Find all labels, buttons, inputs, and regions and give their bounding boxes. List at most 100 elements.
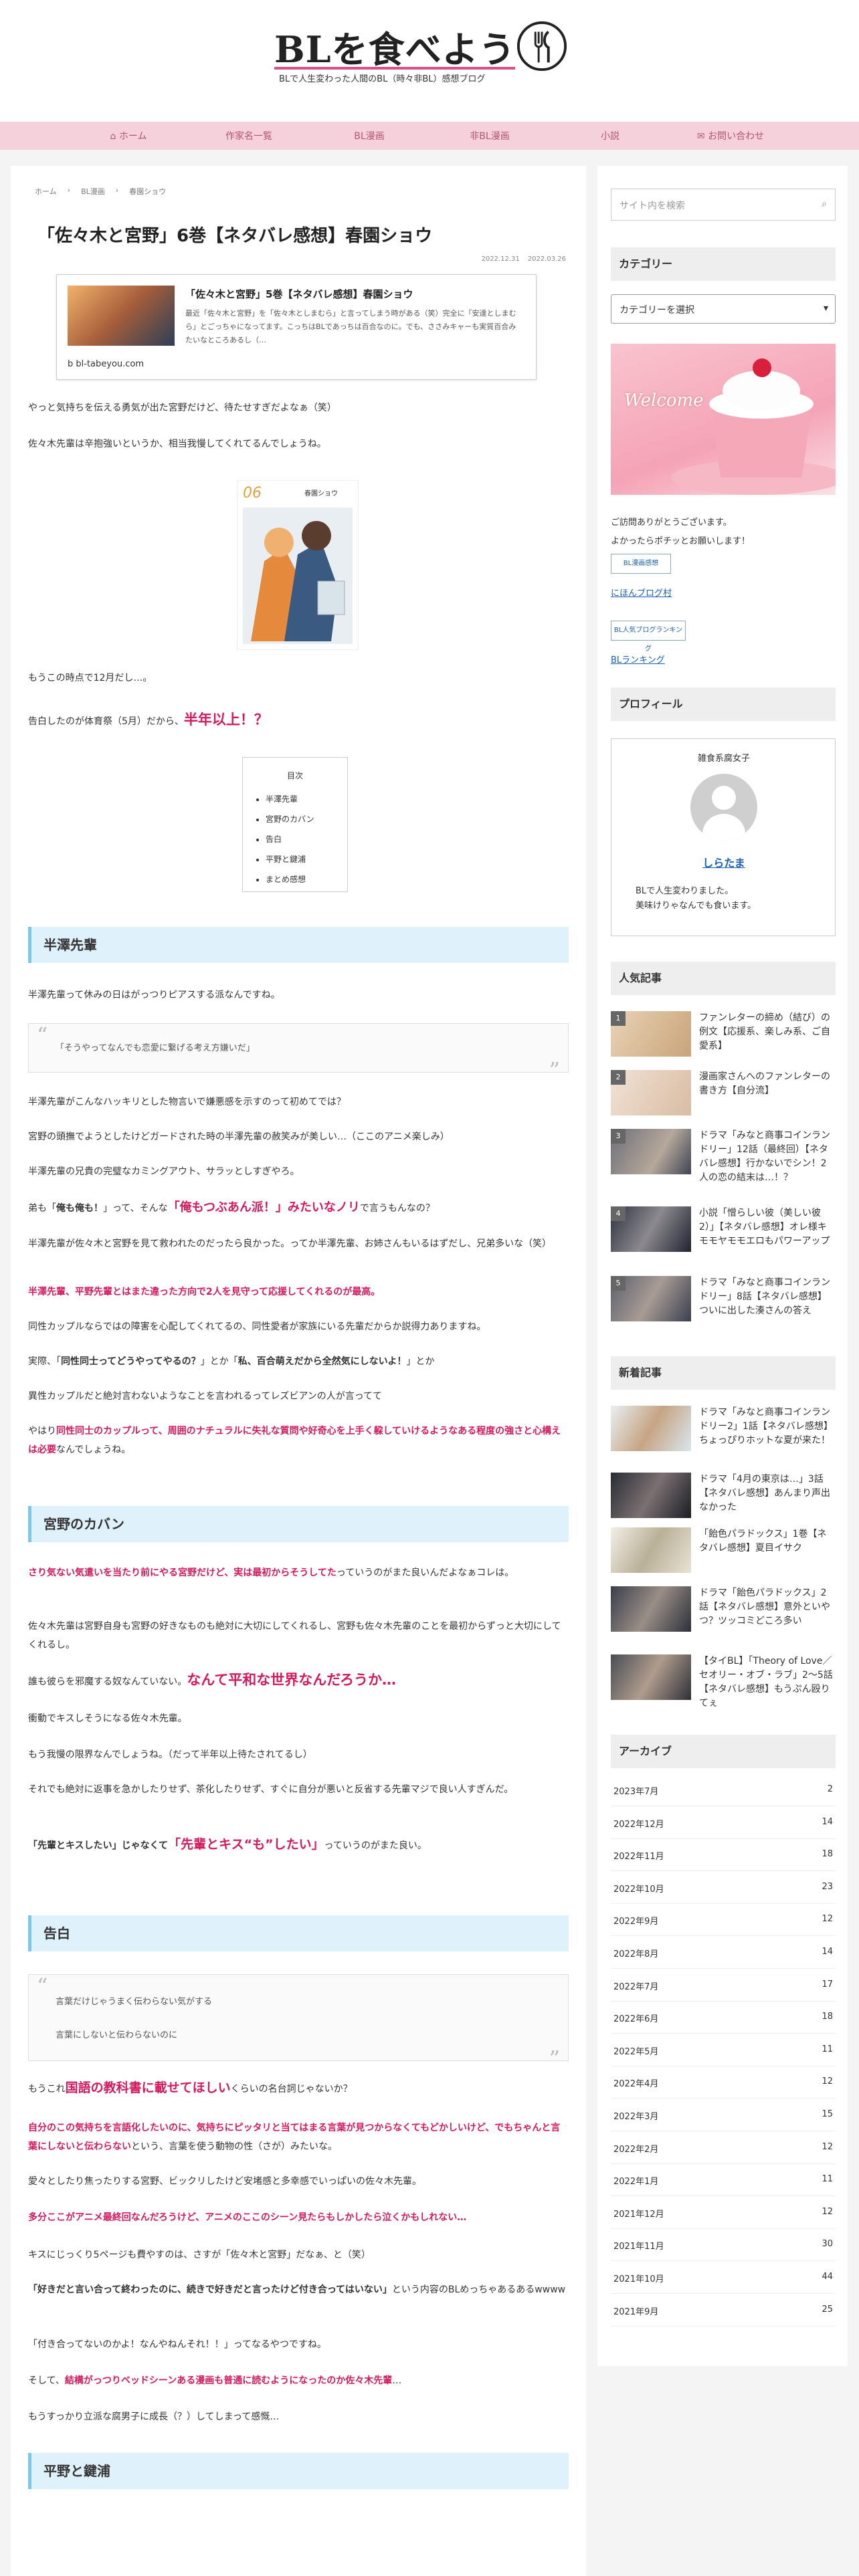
archive-item[interactable]: 2021年12月 12 (613, 2207, 833, 2220)
archive-month[interactable]: 2022年11月 (613, 1849, 664, 1862)
archive-count: 12 (822, 1914, 833, 1925)
search-input[interactable]: サイト内を検索 ⌕ (611, 189, 836, 221)
archive-item[interactable]: 2022年9月 12 (613, 1914, 833, 1927)
archive-item[interactable]: 2022年4月 12 (613, 2076, 833, 2089)
popular-post-title[interactable]: 漫画家さんへのファンレターの書き方【自分流】 (699, 1070, 836, 1098)
archive-month[interactable]: 2022年12月 (613, 1817, 664, 1830)
archive-item[interactable]: 2022年6月 18 (613, 2012, 833, 2024)
archive-item[interactable]: 2022年12月 14 (613, 1817, 833, 1830)
archive-count: 2 (827, 1784, 833, 1794)
ranking-link[interactable]: BLランキング (611, 651, 665, 670)
archive-month[interactable]: 2023年7月 (613, 1784, 658, 1797)
archive-item[interactable]: 2021年9月 25 (613, 2304, 833, 2317)
category-select[interactable]: カテゴリーを選択 ▾ (611, 294, 836, 324)
recent-post[interactable]: 「飴色パラドックス」1巻【ネタバレ感想】夏目イサク (611, 1527, 836, 1577)
published-date: 2022.12.31 (481, 255, 520, 263)
global-nav: ⌂ ホーム 作家名一覧 BL漫画 非BL漫画 小説 ✉ お問い合わせ (0, 122, 859, 150)
ranking-badge[interactable]: BL人気ブログランキング (611, 621, 686, 653)
toc-item[interactable]: 半澤先輩 (266, 789, 347, 809)
widget-heading-category: カテゴリー (611, 247, 836, 281)
site-title[interactable]: BLを食べよう (274, 20, 516, 73)
visit-text: よかったらポチッとお願いします！ (611, 536, 751, 546)
recent-post[interactable]: ドラマ「飴色パラドックス」2話【ネタバレ感想】意外といやつ？ツッコミどころ多い (611, 1586, 836, 1636)
popular-post-title[interactable]: ドラマ「みなと商事コインランドリー」12話（最終回）【ネタバレ感想】行かないでシ… (699, 1129, 836, 1185)
nav-contact[interactable]: ✉ お問い合わせ (670, 129, 791, 142)
toc-item[interactable]: 宮野のカバン (266, 809, 347, 829)
archive-item[interactable]: 2022年11月 18 (613, 1849, 833, 1862)
search-icon[interactable]: ⌕ (822, 199, 827, 209)
recent-post-title[interactable]: ドラマ「飴色パラドックス」2話【ネタバレ感想】意外といやつ？ツッコミどころ多い (699, 1586, 836, 1628)
archive-count: 14 (822, 1816, 833, 1827)
archive-month[interactable]: 2022年10月 (613, 1882, 664, 1895)
highlight-paragraph: 多分ここがアニメ最終回なんだろうけど、アニメのここのシーン見たらもしかしたら泣く… (28, 2212, 467, 2223)
blogmura-link[interactable]: にほんブログ村 (611, 584, 672, 603)
archive-month[interactable]: 2021年11月 (613, 2239, 664, 2252)
archive-month[interactable]: 2021年12月 (613, 2207, 664, 2220)
archive-item[interactable]: 2022年1月 11 (613, 2174, 833, 2187)
paragraph: 弟も「俺も俺も！」って、そんな「俺もつぶあん派！」みたいなノリで言うもんなの？ (28, 1200, 435, 1214)
nav-novel[interactable]: 小説 (550, 129, 670, 142)
recent-post-title[interactable]: ドラマ「4月の東京は…」3話【ネタバレ感想】あんまり声出なかった (699, 1473, 836, 1515)
archive-item[interactable]: 2022年5月 11 (613, 2044, 833, 2057)
breadcrumb-author[interactable]: 春園ショウ (129, 186, 166, 197)
recent-post-title[interactable]: ドラマ「みなと商事コインランドリー2」1話【ネタバレ感想】ちょっぴりホットな夏が… (699, 1406, 836, 1448)
archive-month[interactable]: 2022年2月 (613, 2142, 658, 2155)
popular-post-title[interactable]: ドラマ「みなと商事コインランドリー」8話【ネタバレ感想】ついに出した湊さんの答え (699, 1276, 836, 1318)
post-thumbnail (611, 1586, 691, 1632)
site-logo[interactable]: BLを食べよう BLで人生変わった人間のBL（時々非BL）感想ブログ (271, 20, 588, 94)
recent-post-title[interactable]: 「飴色パラドックス」1巻【ネタバレ感想】夏目イサク (699, 1527, 836, 1555)
breadcrumb: ホーム › BL漫画 › 春園ショウ (35, 186, 167, 197)
toc-item[interactable]: 平野と鍵浦 (266, 849, 347, 869)
toc-item[interactable]: 告白 (266, 829, 347, 849)
archive-month[interactable]: 2021年10月 (613, 2272, 664, 2284)
recent-post[interactable]: 【タイBL】「Theory of Love／セオリー・オブ・ラブ」2〜5話【ネタ… (611, 1654, 836, 1709)
recent-post-title[interactable]: 【タイBL】「Theory of Love／セオリー・オブ・ラブ」2〜5話【ネタ… (699, 1654, 836, 1711)
archive-item[interactable]: 2021年10月 44 (613, 2272, 833, 2284)
popular-post[interactable]: 4 小説「憎らしい彼（美しい彼2）」【ネタバレ感想】オレ様キモモヤモモエロもパワ… (611, 1206, 836, 1256)
related-post-card[interactable]: 「佐々木と宮野」5巻【ネタバレ感想】春園ショウ 最近「佐々木と宮野」を「佐々木と… (56, 274, 537, 380)
popular-post[interactable]: 2 漫画家さんへのファンレターの書き方【自分流】 (611, 1070, 836, 1119)
rank-badge: 2 (611, 1070, 626, 1085)
archive-item[interactable]: 2021年11月 30 (613, 2239, 833, 2252)
site-tagline: BLで人生変わった人間のBL（時々非BL）感想ブログ (279, 74, 486, 84)
popular-post[interactable]: 3 ドラマ「みなと商事コインランドリー」12話（最終回）【ネタバレ感想】行かない… (611, 1129, 836, 1183)
quote-open-icon: “ (37, 1023, 48, 1048)
archive-month[interactable]: 2022年1月 (613, 2174, 658, 2187)
divider (611, 1838, 836, 1839)
archive-month[interactable]: 2022年7月 (613, 1979, 658, 1992)
toc-item[interactable]: まとめ感想 (266, 869, 347, 889)
archive-month[interactable]: 2022年6月 (613, 2012, 658, 2024)
recent-post[interactable]: ドラマ「みなと商事コインランドリー2」1話【ネタバレ感想】ちょっぴりホットな夏が… (611, 1406, 836, 1455)
archive-month[interactable]: 2022年8月 (613, 1947, 658, 1959)
cover-illustration (237, 481, 358, 649)
popular-post-title[interactable]: 小説「憎らしい彼（美しい彼2）」【ネタバレ感想】オレ様キモモヤモモエロもパワーア… (699, 1206, 836, 1249)
archive-month[interactable]: 2022年5月 (613, 2044, 658, 2057)
archive-month[interactable]: 2021年9月 (613, 2304, 658, 2317)
nav-authors[interactable]: 作家名一覧 (189, 129, 309, 142)
profile-name[interactable]: しらたま (611, 854, 836, 870)
popular-post[interactable]: 5 ドラマ「みなと商事コインランドリー」8話【ネタバレ感想】ついに出した湊さんの… (611, 1276, 836, 1325)
recent-post[interactable]: ドラマ「4月の東京は…」3話【ネタバレ感想】あんまり声出なかった (611, 1473, 836, 1522)
archive-item[interactable]: 2022年7月 17 (613, 1979, 833, 1992)
popular-post[interactable]: 1 ファンレターの締め（結び）の例文【応援系、楽しみ系、ご自愛系】 (611, 1011, 836, 1061)
archive-count: 18 (822, 2012, 833, 2022)
archive-item[interactable]: 2022年10月 23 (613, 1882, 833, 1895)
breadcrumb-bl-manga[interactable]: BL漫画 (81, 186, 105, 197)
cup-illustration (671, 358, 845, 495)
nav-non-bl-manga[interactable]: 非BL漫画 (430, 129, 550, 142)
main-article: ホーム › BL漫画 › 春園ショウ 「佐々木と宮野」6巻【ネタバレ感想】春園シ… (11, 166, 586, 2576)
archive-item[interactable]: 2022年3月 15 (613, 2109, 833, 2122)
breadcrumb-home[interactable]: ホーム (35, 186, 57, 197)
blogmura-badge[interactable]: BL漫画感想 (611, 554, 671, 574)
archive-item[interactable]: 2022年8月 14 (613, 1947, 833, 1959)
welcome-image: Welcome (611, 344, 845, 495)
nav-bl-manga[interactable]: BL漫画 (309, 129, 430, 142)
nav-home[interactable]: ⌂ ホーム (68, 129, 189, 142)
archive-month[interactable]: 2022年9月 (613, 1914, 658, 1927)
archive-item[interactable]: 2023年7月 2 (613, 1784, 833, 1797)
card-title[interactable]: 「佐々木と宮野」5巻【ネタバレ感想】春園ショウ (185, 287, 413, 301)
archive-month[interactable]: 2022年4月 (613, 2076, 658, 2089)
popular-post-title[interactable]: ファンレターの締め（結び）の例文【応援系、楽しみ系、ご自愛系】 (699, 1011, 836, 1053)
archive-item[interactable]: 2022年2月 12 (613, 2142, 833, 2155)
archive-month[interactable]: 2022年3月 (613, 2109, 658, 2122)
